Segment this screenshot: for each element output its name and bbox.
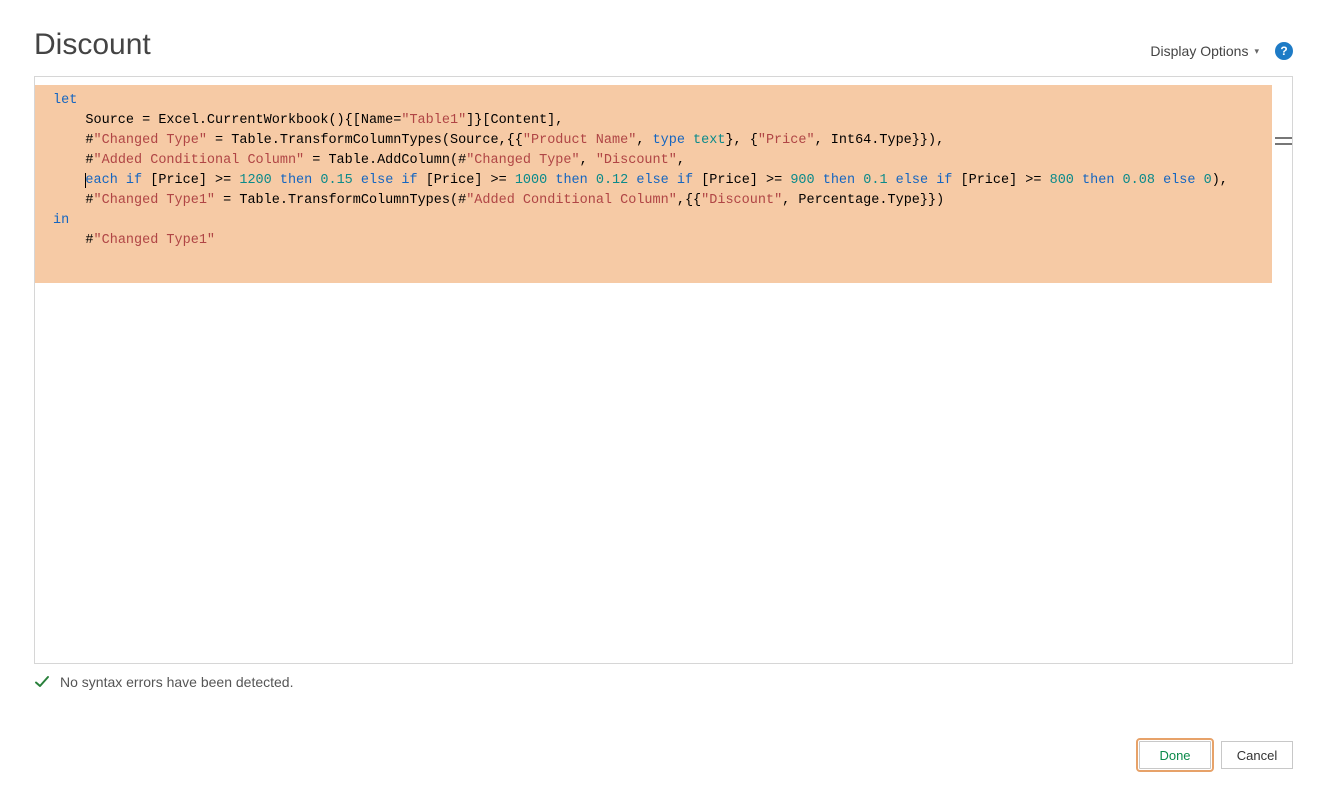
code-token: then <box>823 173 855 188</box>
code-token: 0 <box>1204 173 1212 188</box>
code-token: , <box>580 153 596 168</box>
code-token: [Price] >= <box>693 173 790 188</box>
done-button[interactable]: Done <box>1139 741 1211 769</box>
code-token: "Added Conditional Column" <box>94 153 305 168</box>
code-token: "Changed Type" <box>94 133 207 148</box>
code-token: [Price] >= <box>418 173 515 188</box>
code-token: then <box>555 173 587 188</box>
code-token <box>815 173 823 188</box>
code-token: "Changed Type1" <box>94 233 216 248</box>
code-token: then <box>280 173 312 188</box>
code-token <box>685 133 693 148</box>
code-token: if <box>677 173 693 188</box>
check-icon <box>34 674 50 690</box>
code-token: else <box>636 173 668 188</box>
code-token: 900 <box>790 173 814 188</box>
code-token: "Changed Type" <box>466 153 579 168</box>
code-token: "Discount" <box>701 193 782 208</box>
code-token <box>1155 173 1163 188</box>
code-token: , <box>677 153 685 168</box>
code-token: "Added Conditional Column" <box>466 193 677 208</box>
code-token: else <box>361 173 393 188</box>
code-token: if <box>936 173 952 188</box>
code-token <box>1114 173 1122 188</box>
code-token: "Changed Type1" <box>94 193 216 208</box>
code-token: ), <box>1212 173 1228 188</box>
code-token: ,{{ <box>677 193 701 208</box>
code-token: else <box>1163 173 1195 188</box>
code-token <box>53 173 85 188</box>
code-token <box>928 173 936 188</box>
code-editor[interactable]: let Source = Excel.CurrentWorkbook(){[Na… <box>34 76 1293 664</box>
code-token: if <box>401 173 417 188</box>
chevron-down-icon: ▾ <box>1254 46 1259 57</box>
cancel-button[interactable]: Cancel <box>1221 741 1293 769</box>
code-token <box>272 173 280 188</box>
code-token: 800 <box>1050 173 1074 188</box>
help-icon[interactable]: ? <box>1275 42 1293 60</box>
page-title: Discount <box>34 28 151 62</box>
code-token: , <box>636 133 652 148</box>
code-token: = Table.TransformColumnTypes(Source,{{ <box>207 133 523 148</box>
code-token: ]}[Content], <box>466 113 563 128</box>
code-token: # <box>53 153 94 168</box>
code-token <box>1195 173 1203 188</box>
code-token: 0.1 <box>863 173 887 188</box>
code-token <box>669 173 677 188</box>
code-token: if <box>126 173 142 188</box>
code-token <box>118 173 126 188</box>
code-token: in <box>53 213 69 228</box>
code-token: text <box>693 133 725 148</box>
code-token: 1000 <box>515 173 547 188</box>
code-token: type <box>653 133 685 148</box>
code-token <box>353 173 361 188</box>
code-token <box>888 173 896 188</box>
code-token <box>1074 173 1082 188</box>
code-token: "Table1" <box>401 113 466 128</box>
code-token: , Percentage.Type}}) <box>782 193 944 208</box>
code-token: # <box>53 233 94 248</box>
code-token: [Price] >= <box>952 173 1049 188</box>
code-token: "Price" <box>758 133 815 148</box>
code-token: let <box>53 93 77 108</box>
code-token: , Int64.Type}}), <box>815 133 945 148</box>
status-text: No syntax errors have been detected. <box>60 674 293 690</box>
code-token: each <box>85 173 117 188</box>
display-options-label: Display Options <box>1150 43 1248 59</box>
code-token: }, { <box>725 133 757 148</box>
code-token: = Table.AddColumn(# <box>304 153 466 168</box>
code-token: = Table.TransformColumnTypes(# <box>215 193 466 208</box>
code-token: [Price] >= <box>142 173 239 188</box>
code-token <box>588 173 596 188</box>
code-token: 0.08 <box>1123 173 1155 188</box>
code-token: 1200 <box>239 173 271 188</box>
code-token: "Product Name" <box>523 133 636 148</box>
code-token: "Discount" <box>596 153 677 168</box>
code-token: 0.15 <box>320 173 352 188</box>
code-token: Source = Excel.CurrentWorkbook(){[Name= <box>53 113 401 128</box>
code-token: then <box>1082 173 1114 188</box>
code-token: # <box>53 133 94 148</box>
code-token: else <box>896 173 928 188</box>
display-options-dropdown[interactable]: Display Options ▾ <box>1150 43 1259 59</box>
code-token: 0.12 <box>596 173 628 188</box>
code-token: # <box>53 193 94 208</box>
